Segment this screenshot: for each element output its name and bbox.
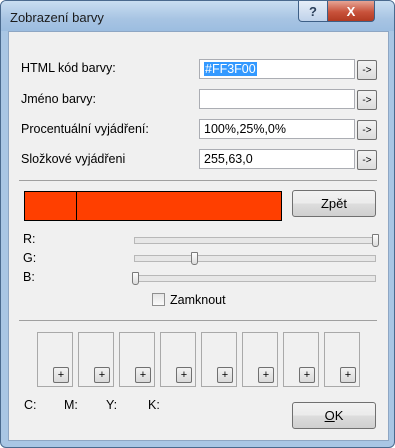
- html-code-field[interactable]: #FF3F00: [199, 59, 355, 79]
- color-preview-swatch: [24, 191, 282, 221]
- blue-label: B:: [23, 270, 35, 284]
- green-slider[interactable]: [134, 252, 376, 265]
- blue-slider[interactable]: [132, 272, 376, 285]
- red-label: R:: [23, 232, 36, 246]
- green-slider-thumb[interactable]: [191, 252, 199, 265]
- red-slider[interactable]: [134, 234, 379, 247]
- close-icon: X: [346, 3, 356, 19]
- window-title: Zobrazení barvy: [10, 10, 104, 25]
- red-slider-thumb[interactable]: [372, 234, 379, 247]
- add-to-palette-button[interactable]: +: [258, 367, 274, 383]
- color-name-apply-button[interactable]: ->: [357, 90, 377, 110]
- cmyk-y-label: Y:: [106, 398, 118, 412]
- add-to-palette-button[interactable]: +: [340, 367, 356, 383]
- add-to-palette-button[interactable]: +: [299, 367, 315, 383]
- color-dialog-window: Zobrazení barvy ? X HTML kód barvy: #FF3…: [0, 0, 395, 448]
- color-name-field[interactable]: [199, 89, 355, 109]
- percent-label: Procentuální vyjádření:: [21, 122, 149, 136]
- percent-apply-button[interactable]: ->: [357, 120, 377, 140]
- separator-lower: [19, 320, 377, 321]
- add-to-palette-button[interactable]: +: [135, 367, 151, 383]
- cmyk-k-label: K:: [148, 398, 160, 412]
- add-to-palette-button[interactable]: +: [176, 367, 192, 383]
- help-button[interactable]: ?: [298, 1, 328, 22]
- ok-mnemonic: O: [324, 408, 335, 423]
- percent-field[interactable]: 100%,25%,0%: [199, 119, 355, 139]
- ok-button[interactable]: OK: [292, 402, 376, 429]
- add-to-palette-button[interactable]: +: [94, 367, 110, 383]
- add-to-palette-button[interactable]: +: [217, 367, 233, 383]
- swatch-divider: [76, 192, 77, 220]
- green-label: G:: [23, 251, 37, 265]
- lock-label[interactable]: Zamknout: [170, 293, 226, 307]
- html-code-apply-button[interactable]: ->: [357, 60, 377, 80]
- close-button[interactable]: X: [327, 1, 375, 22]
- lock-checkbox[interactable]: [152, 293, 165, 306]
- ok-label-rest: K: [334, 408, 344, 423]
- cmyk-m-label: M:: [64, 398, 78, 412]
- question-icon: ?: [309, 3, 317, 19]
- color-name-label: Jméno barvy:: [21, 92, 97, 106]
- html-code-label: HTML kód barvy:: [21, 61, 116, 75]
- add-to-palette-button[interactable]: +: [53, 367, 69, 383]
- cmyk-c-label: C:: [24, 398, 37, 412]
- separator: [19, 180, 377, 181]
- blue-slider-thumb[interactable]: [132, 272, 139, 285]
- title-bar[interactable]: Zobrazení barvy ? X: [1, 1, 394, 31]
- dialog-body: HTML kód barvy: #FF3F00 -> Jméno barvy: …: [8, 31, 389, 441]
- components-label: Složkové vyjádřeni: [21, 152, 126, 166]
- components-apply-button[interactable]: ->: [357, 150, 377, 170]
- components-field[interactable]: 255,63,0: [199, 149, 355, 169]
- back-button[interactable]: Zpět: [292, 190, 376, 217]
